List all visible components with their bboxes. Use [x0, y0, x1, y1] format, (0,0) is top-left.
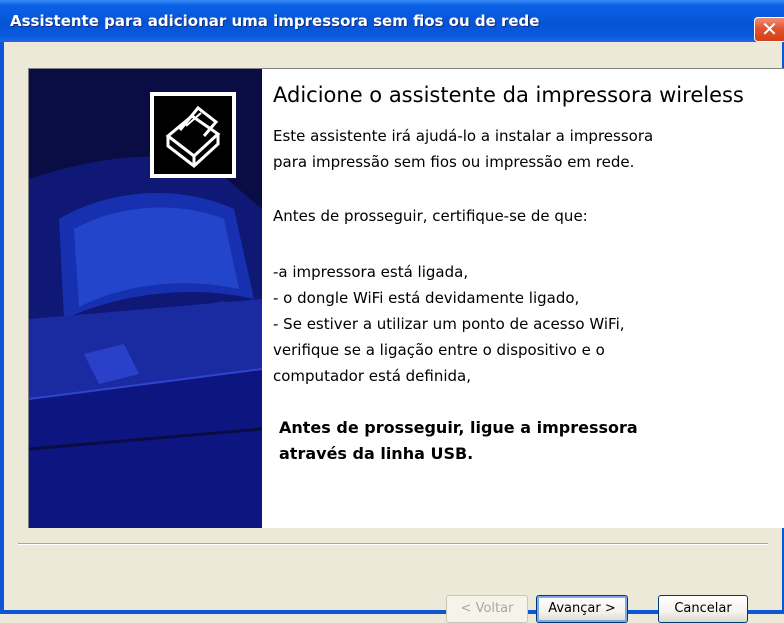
intro-line-1: Este assistente irá ajudá-lo a instalar …: [273, 127, 654, 145]
close-icon: ✕: [761, 17, 778, 41]
button-separator: [18, 543, 768, 545]
wizard-content: Adicione o assistente da impressora wire…: [273, 69, 784, 528]
printer-icon: [150, 92, 236, 178]
checklist-item-3: - Se estiver a utilizar um ponto de aces…: [273, 315, 625, 333]
checklist-item-4: verifique se a ligação entre o dispositi…: [273, 341, 605, 359]
back-button[interactable]: < Voltar: [446, 595, 528, 623]
next-button[interactable]: Avançar >: [536, 595, 628, 623]
wizard-heading: Adicione o assistente da impressora wire…: [273, 83, 744, 107]
cancel-button[interactable]: Cancelar: [658, 595, 748, 623]
checklist-item-2: - o dongle WiFi está devidamente ligado,: [273, 289, 580, 307]
window-border-left: [0, 42, 4, 614]
usb-instruction-1: Antes de prosseguir, ligue a impressora: [279, 418, 638, 437]
close-button[interactable]: ✕: [754, 17, 784, 42]
checklist-item-1: -a impressora está ligada,: [273, 263, 469, 281]
window-title: Assistente para adicionar uma impressora…: [10, 12, 540, 30]
title-bar[interactable]: Assistente para adicionar uma impressora…: [0, 0, 784, 42]
before-continue-text: Antes de prosseguir, certifique-se de qu…: [273, 207, 588, 225]
checklist-item-5: computador está definida,: [273, 367, 472, 385]
intro-line-2: para impressão sem fios ou impressão em …: [273, 153, 635, 171]
wizard-side-art: [29, 69, 262, 528]
usb-instruction-2: através da linha USB.: [279, 444, 474, 463]
wizard-panel: Adicione o assistente da impressora wire…: [28, 68, 784, 528]
